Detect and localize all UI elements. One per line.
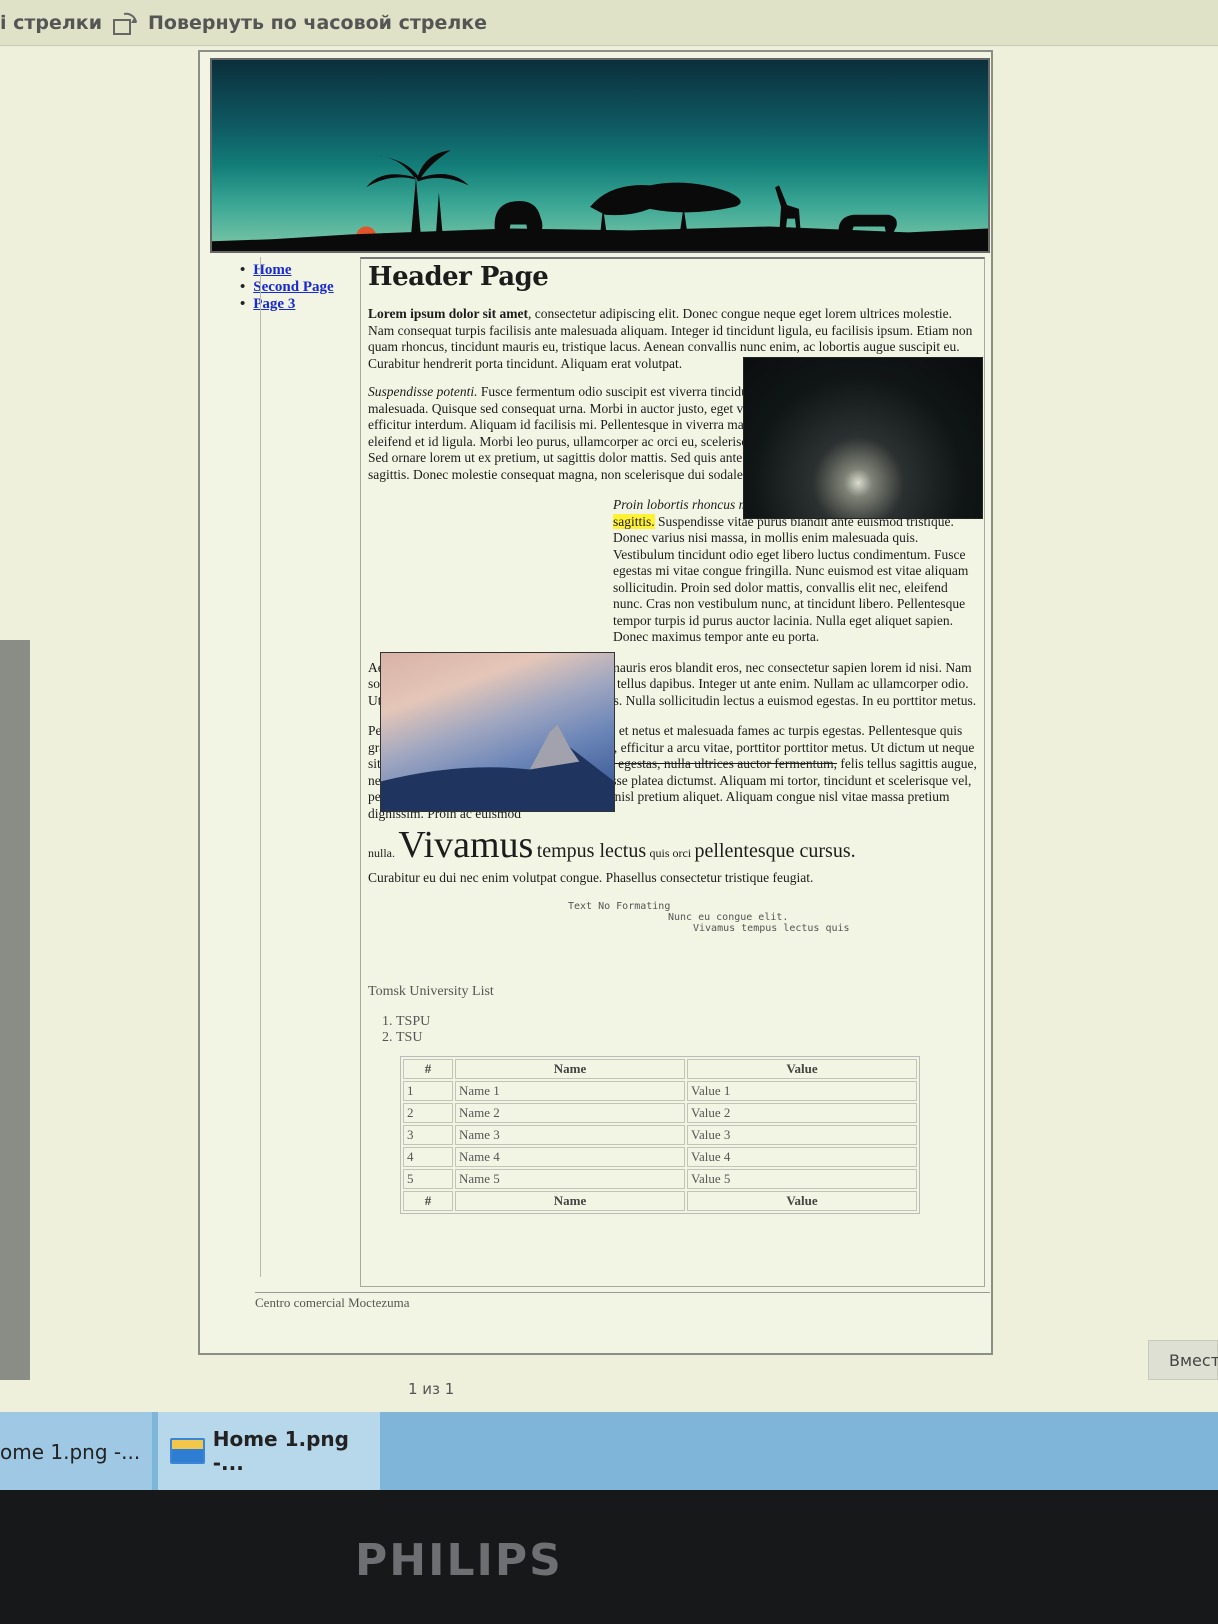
viewer-toolbar: і стрелки Повернуть по часовой стрелке bbox=[0, 0, 1218, 46]
monitor-bezel bbox=[0, 1490, 1218, 1624]
table-header-row: # Name Value bbox=[403, 1058, 917, 1079]
cell-value: Value 1 bbox=[687, 1080, 917, 1101]
cell-name: Name 5 bbox=[455, 1168, 685, 1189]
footer-number: # bbox=[403, 1190, 453, 1211]
preformatted-block: Text No Formating Nunc eu congue elit. V… bbox=[568, 901, 978, 934]
page-counter: 1 из 1 bbox=[408, 1380, 455, 1398]
forest-photo bbox=[743, 357, 983, 519]
preformatted-line-2: Nunc eu congue elit. bbox=[668, 911, 789, 923]
table-row: 5 Name 5 Value 5 bbox=[403, 1168, 917, 1189]
taskbar-item-2-label: Home 1.png -... bbox=[212, 1427, 349, 1475]
safari-banner bbox=[210, 58, 990, 253]
cell-name: Name 3 bbox=[455, 1124, 685, 1145]
cell-number: 1 bbox=[403, 1080, 453, 1101]
p6-medium-1: tempus lectus bbox=[536, 840, 647, 862]
savanna-silhouette bbox=[212, 150, 988, 251]
window-edge bbox=[0, 640, 30, 1380]
cell-name: Name 1 bbox=[455, 1080, 685, 1101]
nav-link-second-page[interactable]: Second Page bbox=[253, 279, 333, 295]
paragraph-3: Proin lobortis rhoncus molestie. Proin v… bbox=[613, 497, 973, 646]
list-item: TSPU bbox=[396, 1014, 978, 1030]
nav-item-page-3[interactable]: Page 3 bbox=[240, 296, 334, 313]
nav-item-home[interactable]: Home bbox=[240, 262, 334, 279]
taskbar-item-1[interactable]: ome 1.png -... bbox=[0, 1412, 152, 1490]
footer-name: Name bbox=[455, 1190, 685, 1211]
cell-value: Value 4 bbox=[687, 1146, 917, 1167]
cell-value: Value 3 bbox=[687, 1124, 917, 1145]
table-row: 4 Name 4 Value 4 bbox=[403, 1146, 917, 1167]
table-row: 3 Name 3 Value 3 bbox=[403, 1124, 917, 1145]
table-row: 2 Name 2 Value 2 bbox=[403, 1102, 917, 1123]
header-name: Name bbox=[455, 1058, 685, 1079]
paragraph-6-line-2: Curabitur eu dui nec enim volutpat congu… bbox=[368, 870, 814, 885]
university-list: TSPU TSU bbox=[396, 1014, 978, 1046]
data-table: # Name Value 1 Name 1 Value 1 2 Name 2 V… bbox=[400, 1055, 920, 1214]
cell-value: Value 2 bbox=[687, 1102, 917, 1123]
monitor-brand-logo: PHILIPS bbox=[355, 1535, 563, 1586]
mountain-photo bbox=[380, 652, 615, 812]
p6-small-2: quis orci bbox=[649, 846, 692, 860]
rotate-clockwise-icon bbox=[113, 12, 137, 35]
table-row: 1 Name 1 Value 1 bbox=[403, 1080, 917, 1101]
cell-name: Name 2 bbox=[455, 1102, 685, 1123]
page-heading: Header Page bbox=[368, 262, 549, 292]
cell-number: 5 bbox=[403, 1168, 453, 1189]
rotate-clockwise-button[interactable]: Повернуть по часовой стрелке bbox=[110, 8, 487, 38]
strikethrough-text: In egestas, nulla ultrices auctor fermen… bbox=[603, 756, 838, 771]
table-footer-row: # Name Value bbox=[403, 1190, 917, 1211]
nav-divider bbox=[260, 257, 261, 1277]
cell-value: Value 5 bbox=[687, 1168, 917, 1189]
rotate-counterclockwise-label[interactable]: і стрелки bbox=[0, 12, 102, 34]
cell-number: 4 bbox=[403, 1146, 453, 1167]
side-button[interactable]: Вмест bbox=[1148, 1340, 1218, 1380]
paragraph-3-text: Suspendisse vitae purus blandit ante eui… bbox=[613, 513, 969, 645]
photos-app-icon bbox=[170, 1438, 205, 1464]
preformatted-line-1: Text No Formating bbox=[568, 900, 671, 912]
p6-small: nulla. bbox=[368, 846, 395, 860]
list-item: TSU bbox=[396, 1030, 978, 1046]
cell-number: 2 bbox=[403, 1102, 453, 1123]
footer-value: Value bbox=[687, 1190, 917, 1211]
preformatted-line-3: Vivamus tempus lectus quis bbox=[693, 922, 850, 934]
cell-name: Name 4 bbox=[455, 1146, 685, 1167]
nav-item-second-page[interactable]: Second Page bbox=[240, 279, 333, 296]
list-title: Tomsk University List bbox=[368, 983, 494, 999]
site-navigation: Home Second Page Page 3 bbox=[240, 262, 334, 313]
main-content: Header Page Lorem ipsum dolor sit amet, … bbox=[368, 262, 983, 1214]
paragraph-6: nulla. Vivamus tempus lectus quis orci p… bbox=[368, 826, 978, 870]
rotate-clockwise-label: Повернуть по часовой стрелке bbox=[148, 12, 488, 34]
cell-number: 3 bbox=[403, 1124, 453, 1145]
displayed-image: Home Second Page Page 3 Header Page Lore… bbox=[198, 50, 993, 1355]
nav-link-home[interactable]: Home bbox=[253, 262, 291, 278]
p6-big: Vivamus bbox=[398, 824, 534, 866]
paragraph-1-bold: Lorem ipsum dolor sit amet bbox=[368, 306, 528, 321]
taskbar-item-2[interactable]: Home 1.png -... bbox=[158, 1412, 380, 1490]
header-value: Value bbox=[687, 1058, 917, 1079]
taskbar: ome 1.png -... Home 1.png -... bbox=[0, 1412, 1218, 1490]
paragraph-2-italic: Suspendisse potenti. bbox=[368, 384, 478, 399]
page-footer: Centro comercial Moctezuma bbox=[255, 1292, 990, 1311]
header-number: # bbox=[403, 1058, 453, 1079]
p6-medium-2: pellentesque cursus. bbox=[694, 840, 856, 862]
